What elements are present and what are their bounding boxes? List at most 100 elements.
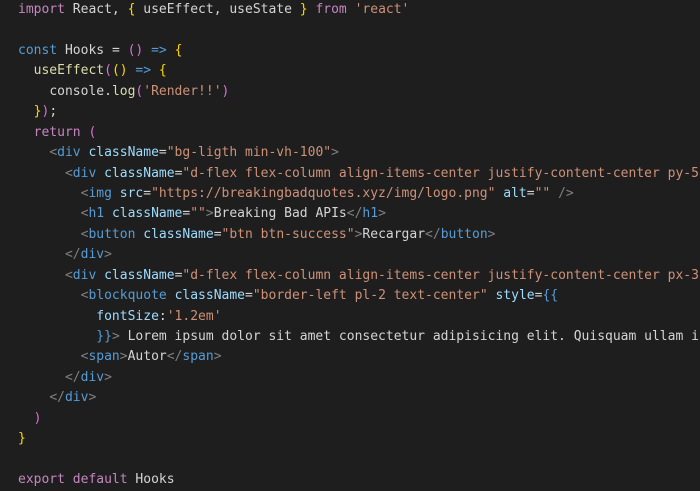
code-token: h1 — [88, 206, 105, 222]
code-line[interactable]: }); — [18, 102, 700, 122]
code-line[interactable]: useEffect(() => { — [18, 61, 700, 81]
code-token: blockquote — [88, 288, 167, 304]
code-editor[interactable]: import React, { useEffect, useState } fr… — [0, 0, 700, 491]
code-line[interactable]: ) — [18, 409, 700, 429]
code-token: className — [88, 145, 159, 161]
code-token: > — [119, 349, 128, 365]
code-token: className — [104, 267, 175, 283]
code-token: = — [213, 226, 222, 242]
code-line[interactable]: fontSize:'1.2em' — [18, 307, 700, 327]
code-token: > — [378, 206, 386, 222]
code-token: "border-left pl-2 text-center" — [252, 288, 488, 304]
code-token: className — [143, 226, 214, 242]
code-token: '1.2em' — [166, 308, 222, 324]
code-token: . — [104, 83, 112, 99]
code-token: "" — [190, 206, 206, 222]
code-token: return — [33, 124, 81, 140]
code-token: "" — [534, 185, 551, 201]
code-token: = — [158, 145, 167, 161]
code-line[interactable]: </div> — [18, 388, 700, 408]
code-line[interactable]: <div className="bg-ligth min-vh-100"> — [18, 143, 700, 163]
code-token: h1 — [362, 206, 379, 222]
code-line[interactable]: </div> — [18, 368, 700, 388]
code-token: => — [135, 63, 152, 79]
code-token: </ — [49, 390, 65, 406]
code-token: import — [18, 2, 65, 17]
code-line[interactable]: <span>Autor</span> — [18, 347, 700, 367]
code-token: from — [315, 2, 347, 17]
code-token: </ — [64, 369, 81, 385]
code-token: div — [72, 165, 97, 181]
code-line[interactable] — [18, 450, 700, 470]
code-token: Hooks — [127, 472, 175, 488]
code-token: log — [111, 83, 136, 99]
code-token: ( — [104, 63, 112, 79]
code-line[interactable]: console.log('Render!!') — [18, 82, 700, 102]
code-line[interactable]: import React, { useEffect, useState } fr… — [18, 0, 700, 20]
code-token: { — [158, 63, 167, 79]
code-token: span — [182, 349, 214, 365]
code-line[interactable]: const Hooks = () => { — [18, 41, 700, 61]
code-token: "d-flex flex-column align-items-center j… — [182, 165, 700, 181]
code-token: div — [80, 369, 105, 385]
code-line[interactable]: export default Hooks — [18, 470, 700, 490]
code-token: "d-flex flex-column align-items-center j… — [182, 267, 700, 283]
code-token: > — [111, 329, 120, 344]
code-token: </ — [64, 247, 81, 263]
code-token: button — [440, 226, 488, 242]
code-line[interactable]: <blockquote className="border-left pl-2 … — [18, 286, 700, 306]
code-line[interactable] — [18, 20, 700, 40]
code-token: span — [88, 349, 120, 365]
code-token: > — [104, 369, 112, 385]
code-token: > — [88, 390, 97, 406]
code-token: /> — [558, 185, 574, 201]
code-token: </ — [166, 349, 183, 365]
code-line[interactable]: <img src="https://breakingbadquotes.xyz/… — [18, 184, 700, 204]
code-token: className — [104, 165, 175, 181]
code-token: = — [143, 185, 152, 201]
code-token: 'Render!!' — [143, 83, 222, 99]
code-token: style — [495, 288, 535, 304]
code-token: div — [64, 390, 89, 406]
code-line[interactable]: <div className="d-flex flex-column align… — [18, 266, 700, 286]
code-token: () — [111, 63, 128, 79]
code-token: console — [49, 83, 105, 99]
code-token: export — [18, 472, 65, 488]
code-line[interactable]: <h1 className="">Breaking Bad APIs</h1> — [18, 204, 700, 224]
code-token: const — [18, 42, 58, 58]
code-token: () — [127, 42, 144, 58]
code-token: < — [64, 165, 73, 181]
code-line[interactable]: return ( — [18, 123, 700, 143]
code-line[interactable]: <div className="d-flex flex-column align… — [18, 164, 700, 184]
code-token: Hooks — [57, 42, 112, 58]
code-line[interactable]: }}> Lorem ipsum dolor sit amet consectet… — [18, 327, 700, 347]
code-token: src — [119, 185, 144, 201]
code-line[interactable]: } — [18, 429, 700, 449]
code-token: { — [174, 42, 183, 58]
code-lines[interactable]: import React, { useEffect, useState } fr… — [18, 0, 700, 491]
code-token: } — [18, 431, 26, 447]
code-token: = — [111, 42, 120, 58]
code-line[interactable]: </div> — [18, 245, 700, 265]
code-token: => — [151, 42, 167, 58]
code-line[interactable]: <button className="btn btn-success">Reca… — [18, 225, 700, 245]
code-token: "https://breakingbadquotes.xyz/img/logo.… — [151, 185, 496, 201]
code-token: > — [487, 226, 496, 242]
code-token: div — [80, 247, 105, 263]
